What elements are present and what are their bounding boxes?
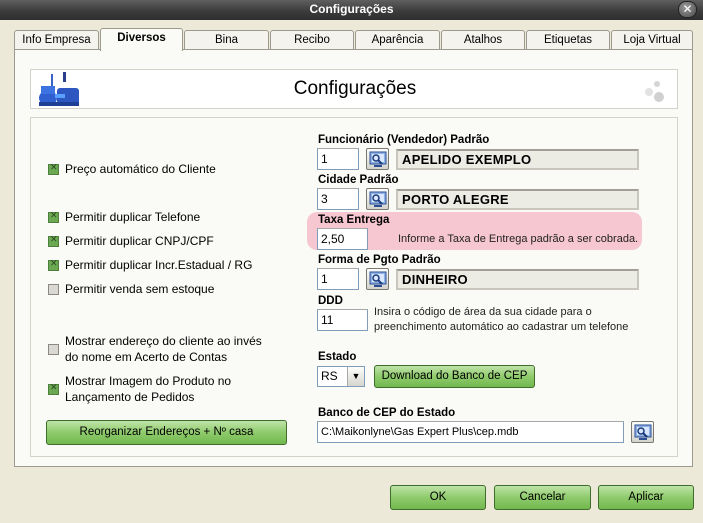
checkbox-label: Preço automático do Cliente [65,162,216,176]
cancel-button[interactable]: Cancelar [494,485,591,510]
checkbox-mostrar-endereco[interactable] [48,344,59,355]
cidade-name-display: PORTO ALEGRE [396,189,639,210]
tab-atalhos[interactable]: Atalhos [441,30,525,50]
window-title-bar: Configurações ✕ [0,0,703,20]
checkbox-label: Permitir venda sem estoque [65,282,215,296]
button-label: Aplicar [628,491,664,503]
ddd-hint: Insira o código de área da sua cidade pa… [374,306,592,318]
forma-pgto-lookup-button[interactable] [366,268,389,290]
button-label: Download do Banco de CEP [381,370,528,382]
estado-label: Estado [318,351,357,363]
tab-etiquetas[interactable]: Etiquetas [526,30,610,50]
close-button[interactable]: ✕ [678,1,697,18]
checkbox-preco-automatico[interactable] [48,162,59,175]
close-icon: ✕ [682,2,693,16]
taxa-entrega-input[interactable]: 2,50 [317,228,368,250]
funcionario-label: Funcionário (Vendedor) Padrão [318,134,490,146]
button-label: Cancelar [519,491,566,503]
ddd-label: DDD [318,295,343,307]
forma-pgto-name-display: DINHEIRO [396,269,639,290]
checkbox-label: Permitir duplicar Telefone [65,210,201,224]
checkbox-mostrar-imagem[interactable] [48,382,59,395]
checkbox-label: Permitir duplicar Incr.Estadual / RG [65,258,253,272]
ddd-hint: preenchimento automático ao cadastrar um… [374,321,629,333]
tab-label: Diversos [117,32,166,44]
estado-select[interactable]: RS ▼ [317,366,365,387]
decorative-dots-icon [645,81,664,102]
forma-pgto-label: Forma de Pgto Padrão [318,254,441,266]
download-cep-button[interactable]: Download do Banco de CEP [374,365,535,388]
tab-diversos[interactable]: Diversos [100,28,183,51]
cidade-code-input[interactable]: 3 [317,188,359,210]
estado-selected-value: RS [321,369,338,383]
checkbox-label: Lançamento de Pedidos [65,390,195,404]
cidade-label: Cidade Padrão [318,174,399,186]
funcionario-code-input[interactable]: 1 [317,148,359,170]
funcionario-name-display: APELIDO EXEMPLO [396,149,639,170]
taxa-entrega-hint: Informe a Taxa de Entrega padrão a ser c… [398,233,639,245]
banco-cep-path-input[interactable]: C:\Maikonlyne\Gas Expert Plus\cep.mdb [317,421,624,443]
tab-recibo[interactable]: Recibo [270,30,354,50]
tab-label: Recibo [294,34,330,46]
chevron-down-icon[interactable]: ▼ [347,367,364,386]
checkbox-duplicar-ie-rg[interactable] [48,258,59,271]
checkbox-label: Mostrar Imagem do Produto no [65,374,232,388]
section-header: Configurações [30,69,678,109]
ddd-input[interactable]: 11 [317,309,368,331]
checkbox-duplicar-telefone[interactable] [48,210,59,223]
banco-cep-browse-button[interactable] [631,421,654,443]
forma-pgto-code-input[interactable]: 1 [317,268,359,290]
search-lookup-icon [369,151,387,167]
tab-label: Etiquetas [544,34,592,46]
button-label: Reorganizar Endereços + Nº casa [79,426,254,438]
tab-info-empresa[interactable]: Info Empresa [14,30,99,50]
apply-button[interactable]: Aplicar [598,485,694,510]
cidade-lookup-button[interactable] [366,188,389,210]
tab-aparencia[interactable]: Aparência [355,30,440,50]
tab-loja-virtual[interactable]: Loja Virtual [611,30,693,50]
tab-label: Loja Virtual [623,34,681,46]
tab-label: Aparência [371,34,424,46]
search-lookup-icon [634,424,652,440]
tab-label: Bina [214,34,239,46]
checkbox-label: Permitir duplicar CNPJ/CPF [65,234,214,248]
tab-label: Atalhos [463,34,503,46]
window-title: Configurações [309,2,394,16]
reorganize-addresses-button[interactable]: Reorganizar Endereços + Nº casa [46,420,287,445]
tab-bina[interactable]: Bina [184,30,269,50]
checkbox-label: do nome em Acerto de Contas [65,350,228,364]
search-lookup-icon [369,271,387,287]
checkbox-duplicar-cnpj[interactable] [48,234,59,247]
tab-label: Info Empresa [22,34,91,46]
taxa-entrega-label: Taxa Entrega [318,214,390,226]
button-label: OK [429,491,447,503]
page-title: Configurações [293,78,417,99]
ok-button[interactable]: OK [390,485,486,510]
funcionario-lookup-button[interactable] [366,148,389,170]
banco-cep-label: Banco de CEP do Estado [318,407,456,419]
checkbox-label: Mostrar endereço do cliente ao invés [65,334,262,348]
checkbox-venda-sem-estoque[interactable] [48,284,59,295]
search-lookup-icon [369,191,387,207]
